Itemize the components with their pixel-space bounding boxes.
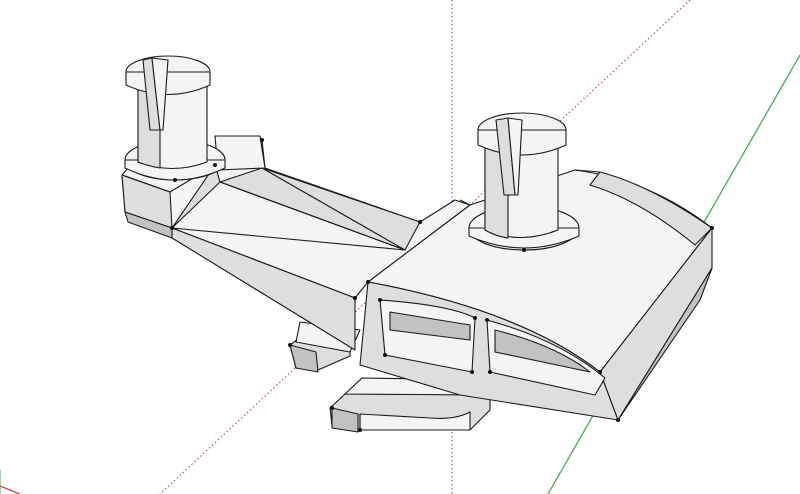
3d-modeling-viewport[interactable] <box>0 0 800 494</box>
red-axis-solid <box>0 485 21 494</box>
model-canvas[interactable] <box>0 0 800 494</box>
left-pin[interactable] <box>124 55 226 181</box>
